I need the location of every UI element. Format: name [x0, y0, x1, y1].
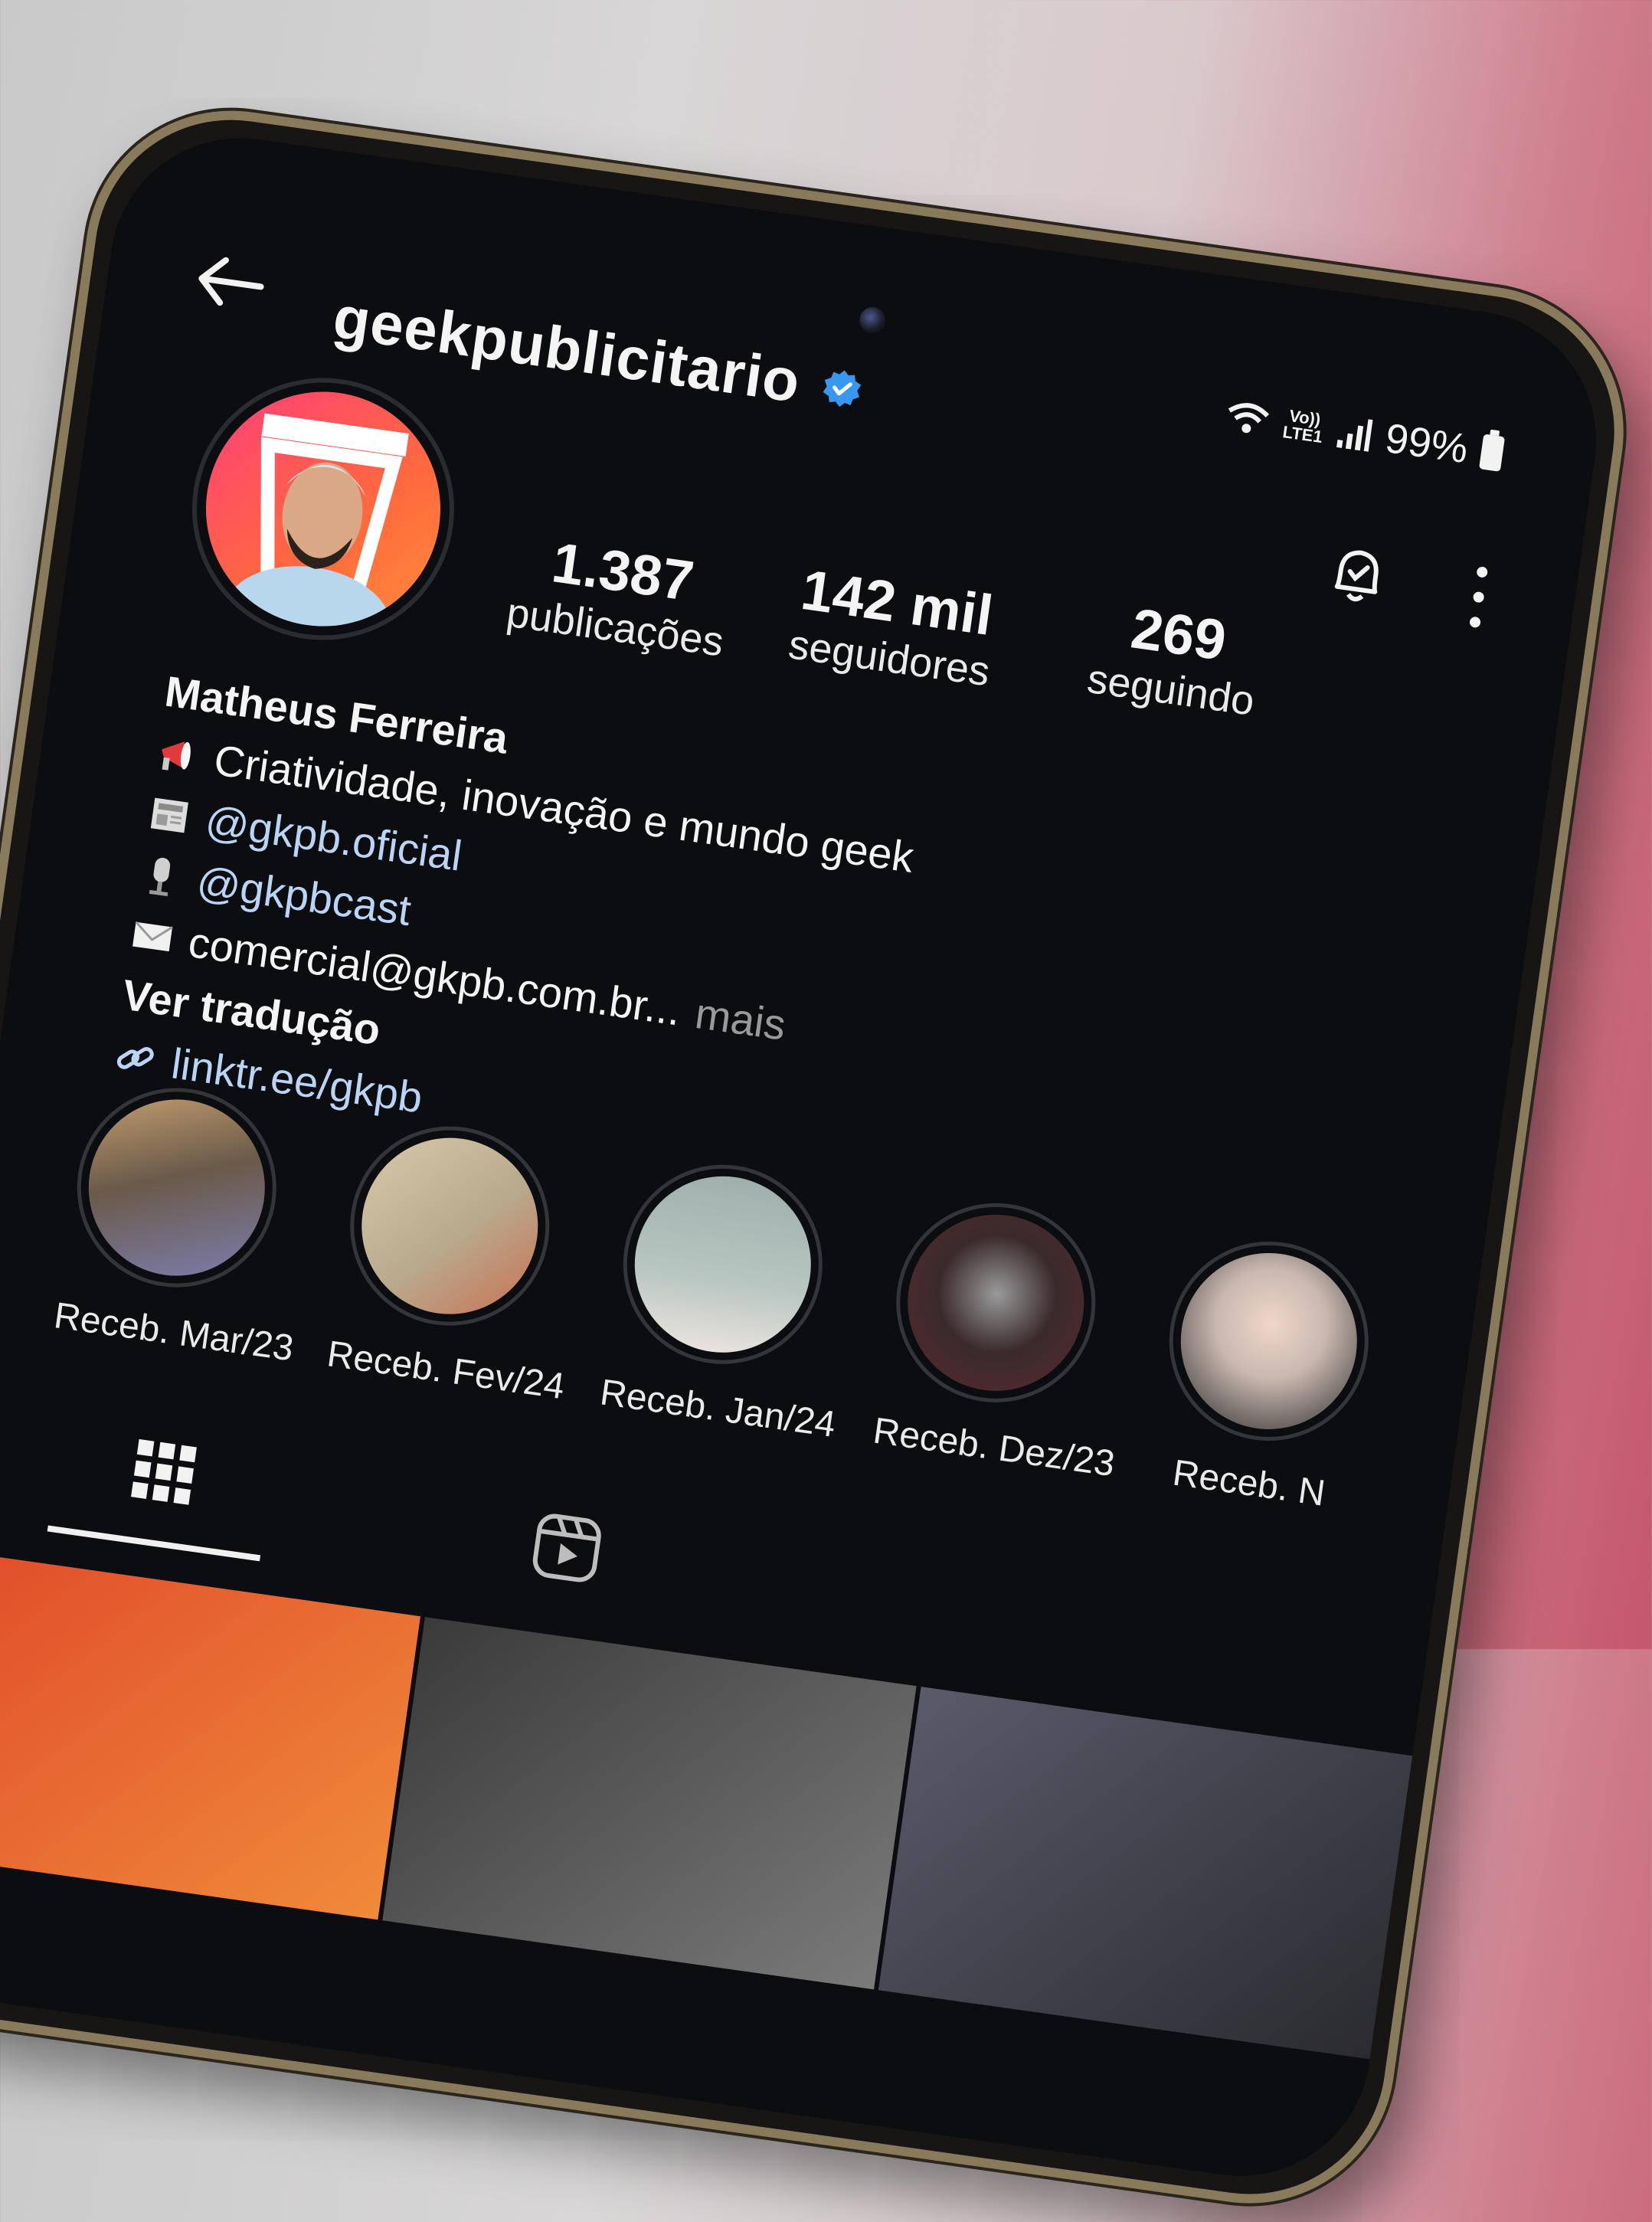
stat-posts[interactable]: 1.387 publicações: [490, 522, 748, 668]
photo-scene: Vo)) LTE1 99% geekpublicitario 1.387 pub…: [0, 0, 1652, 2222]
megaphone-icon: [162, 741, 191, 771]
lte-label: LTE1: [1281, 422, 1324, 447]
battery-icon: [1478, 434, 1506, 472]
profile-header: geekpublicitario: [329, 282, 867, 425]
highlight-label: Receb. N: [1169, 1452, 1328, 1514]
wifi-icon: [1228, 403, 1269, 434]
active-tab-indicator: [47, 1525, 261, 1562]
bell-icon[interactable]: [1319, 538, 1397, 616]
arrow-left-icon[interactable]: [188, 247, 273, 318]
highlight-ring: [64, 1075, 290, 1301]
avatar[interactable]: [175, 361, 472, 657]
highlight-ring: [883, 1190, 1109, 1415]
envelope-icon: [132, 921, 173, 952]
status-bar: Vo)) LTE1 99%: [1222, 391, 1506, 477]
profile-illustration: [224, 413, 409, 642]
verified-badge-icon: [823, 370, 862, 407]
highlight-label: Receb. Mar/23: [51, 1295, 296, 1370]
highlight-cover: [623, 1164, 823, 1364]
highlight-label: Receb. Fev/24: [324, 1334, 568, 1408]
phone-frame: Vo)) LTE1 99% geekpublicitario 1.387 pub…: [0, 92, 1643, 2222]
newspaper-icon: [150, 797, 188, 833]
highlight-label: Receb. Dez/23: [870, 1410, 1117, 1485]
highlight-item[interactable]: Receb. Mar/23: [51, 1075, 296, 1370]
profile-username: geekpublicitario: [329, 283, 805, 416]
highlight-ring: [1156, 1229, 1382, 1454]
battery-percentage: 99%: [1382, 415, 1471, 473]
highlight-cover: [896, 1203, 1096, 1402]
link-icon: [116, 1047, 154, 1069]
highlight-item[interactable]: Receb. N: [1143, 1228, 1385, 1518]
highlight-ring: [610, 1151, 836, 1377]
microphone-icon: [149, 857, 171, 897]
stat-following[interactable]: 269 seguindo: [1054, 586, 1297, 729]
front-camera: [858, 305, 888, 335]
network-type: Vo)) LTE1: [1281, 406, 1326, 447]
grid-icon[interactable]: [129, 1438, 198, 1507]
signal-icon: [1336, 419, 1373, 452]
profile-photo: [191, 376, 456, 642]
highlight-cover: [1169, 1242, 1369, 1441]
highlight-item[interactable]: Receb. Dez/23: [870, 1190, 1117, 1485]
highlight-cover: [350, 1126, 550, 1326]
highlight-ring: [337, 1113, 563, 1339]
bio-more-link[interactable]: mais: [692, 983, 790, 1056]
phone-screen: Vo)) LTE1 99% geekpublicitario 1.387 pub…: [0, 121, 1613, 2193]
reels-icon[interactable]: [528, 1509, 606, 1587]
highlight-item[interactable]: Receb. Jan/24: [597, 1151, 839, 1445]
highlight-cover: [77, 1088, 276, 1288]
stat-followers[interactable]: 142 mil seguidores: [749, 551, 1038, 701]
highlight-item[interactable]: Receb. Fev/24: [324, 1113, 568, 1408]
highlight-label: Receb. Jan/24: [597, 1372, 839, 1445]
kebab-menu-icon[interactable]: [1463, 561, 1495, 633]
